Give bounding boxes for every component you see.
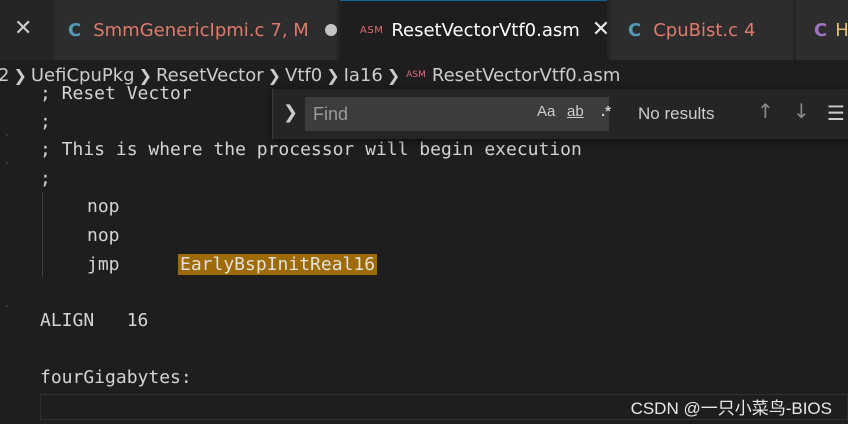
code-line: ALIGN 16 [40, 310, 149, 331]
code-line: EarlyBspInitReal16 [178, 251, 378, 279]
code-line: ; [40, 168, 51, 189]
tab-label: CpuBist.c [653, 19, 739, 41]
unsaved-dot-icon[interactable] [324, 24, 337, 36]
code-instruction: jmp [87, 254, 120, 275]
tab-smm-generic-ipmi[interactable]: C SmmGenericIpmi.c 7, M [54, 0, 338, 60]
find-widget: ❯ Aa ab .* No results ↑ ↓ ☰ [272, 89, 848, 139]
menu-icon[interactable]: ☰ [827, 101, 845, 125]
match-case-icon[interactable]: Aa [537, 103, 555, 120]
tab-header-file[interactable]: C H [796, 0, 848, 60]
code-line: nop [87, 196, 120, 217]
close-tab-icon[interactable]: ✕ [592, 19, 607, 41]
c-file-icon: C [68, 19, 82, 41]
arrow-up-icon[interactable]: ↑ [757, 99, 774, 123]
chevron-right-icon[interactable]: ❯ [283, 102, 298, 123]
tab-label: SmmGenericIpmi.c [93, 19, 265, 41]
gutter-marker: · [4, 158, 11, 169]
code-line: ; [40, 111, 51, 132]
c-file-icon: C [814, 19, 828, 41]
watermark: CSDN @一只小菜鸟-BIOS [630, 399, 832, 418]
asm-file-icon: ASM [360, 24, 384, 36]
code-line: fourGigabytes: [40, 367, 192, 388]
code-line: nop [87, 225, 120, 246]
code-line: ; Reset Vector [40, 83, 192, 104]
code-line: jmp [87, 251, 120, 279]
find-results: No results [638, 104, 715, 123]
regex-icon[interactable]: .* [601, 103, 611, 120]
code-line: ; This is where the processor will begin… [40, 139, 582, 160]
tab-cpu-bist[interactable]: C CpuBist.c 4 [610, 0, 794, 60]
tab-status: 4 [744, 19, 756, 41]
close-icon[interactable]: ✕ [14, 16, 32, 41]
search-highlight: EarlyBspInitReal16 [178, 254, 378, 275]
gutter-marker: · [4, 130, 11, 141]
indent-guide [42, 193, 43, 277]
arrow-down-icon[interactable]: ↓ [793, 99, 810, 123]
tab-status: 7, M [270, 19, 309, 41]
tab-bar: ✕ C SmmGenericIpmi.c 7, M ASM ResetVecto… [0, 0, 848, 61]
tab-label: H [835, 19, 848, 41]
whole-word-icon[interactable]: ab [567, 103, 584, 120]
tab-reset-vector-vtf0[interactable]: ASM ResetVectorVtf0.asm ✕ [340, 0, 608, 60]
tab-label: ResetVectorVtf0.asm [391, 19, 580, 41]
find-input[interactable] [305, 97, 609, 131]
gutter-marker: · [4, 301, 11, 312]
c-file-icon: C [628, 19, 642, 41]
